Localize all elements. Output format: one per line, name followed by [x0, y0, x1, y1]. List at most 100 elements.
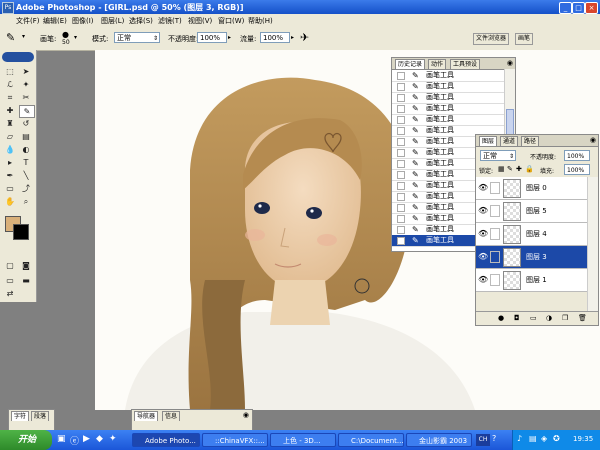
- lock-transparency-icon[interactable]: ▦: [498, 165, 505, 173]
- brush-tool-button-icon[interactable]: ✎: [19, 105, 35, 118]
- layer-visibility-eye-icon[interactable]: 👁: [478, 275, 488, 284]
- eraser-tool-icon[interactable]: ▱: [3, 131, 17, 142]
- tray-app-icon[interactable]: ◈: [541, 434, 547, 443]
- path-selection-tool-icon[interactable]: ▸: [3, 157, 17, 168]
- airbrush-icon[interactable]: ✈: [300, 31, 309, 44]
- dodge-tool-icon[interactable]: ◐: [19, 144, 33, 155]
- tab-history[interactable]: 历史记录: [395, 59, 426, 69]
- tray-security-icon[interactable]: ✪: [553, 434, 560, 443]
- history-source-checkbox[interactable]: [397, 171, 405, 179]
- layer-row[interactable]: 👁 图层 1: [476, 269, 588, 292]
- standard-mode-icon[interactable]: ▢: [3, 260, 17, 271]
- layers-scrollbar[interactable]: [587, 177, 598, 311]
- panel-menu-icon[interactable]: ◉: [507, 59, 513, 67]
- menu-view[interactable]: 视图(V): [188, 16, 212, 26]
- tab-channels[interactable]: 通道: [500, 136, 519, 146]
- mode-select[interactable]: 正常 ⇕: [114, 32, 160, 43]
- tool-preset-dropdown-arrow[interactable]: ▾: [22, 33, 25, 40]
- lock-all-icon[interactable]: 🔒: [525, 165, 534, 173]
- menu-layer[interactable]: 图层(L): [101, 16, 124, 26]
- tab-navigator[interactable]: 导航器: [134, 411, 159, 421]
- gradient-tool-icon[interactable]: ▤: [19, 131, 33, 142]
- lock-image-icon[interactable]: ✎: [507, 165, 513, 173]
- crop-tool-icon[interactable]: ⌗: [3, 92, 17, 103]
- quicklaunch-misc-icon[interactable]: ✦: [109, 434, 117, 444]
- taskbar-button-kingsoft[interactable]: 金山影霸 2003: [406, 433, 472, 447]
- lasso-tool-icon[interactable]: ℒ: [3, 79, 17, 90]
- layer-fill-field[interactable]: 100%: [564, 164, 590, 175]
- pen-tool-icon[interactable]: ✒: [3, 170, 17, 181]
- history-source-checkbox[interactable]: [397, 204, 405, 212]
- maximize-button[interactable]: □: [572, 2, 585, 14]
- brush-preview-icon[interactable]: ●: [62, 30, 69, 39]
- notes-tool-icon[interactable]: ▭: [3, 183, 17, 194]
- screen-mode-full-icon[interactable]: ▬: [19, 275, 33, 286]
- flow-field[interactable]: 100%: [260, 32, 290, 43]
- menu-edit[interactable]: 编辑(E): [43, 16, 67, 26]
- history-source-checkbox[interactable]: [397, 237, 405, 245]
- history-source-checkbox[interactable]: [397, 83, 405, 91]
- tab-brushes[interactable]: 画笔: [515, 33, 534, 45]
- healing-brush-tool-icon[interactable]: ✚: [3, 105, 17, 116]
- type-tool-icon[interactable]: T: [19, 157, 33, 168]
- quicklaunch-ie-icon[interactable]: ⓔ: [70, 434, 79, 447]
- layer-link-box[interactable]: [490, 274, 500, 286]
- lock-position-icon[interactable]: ✚: [516, 165, 522, 173]
- tab-actions[interactable]: 动作: [428, 59, 447, 69]
- brush-picker-arrow[interactable]: ▾: [74, 34, 77, 41]
- line-tool-icon[interactable]: ╲: [19, 170, 33, 181]
- tab-info[interactable]: 信息: [162, 411, 181, 421]
- clone-stamp-tool-icon[interactable]: ♜: [3, 118, 17, 129]
- history-source-checkbox[interactable]: [397, 138, 405, 146]
- layer-link-box[interactable]: [490, 205, 500, 217]
- start-button[interactable]: 开始: [0, 430, 52, 450]
- layer-mask-icon[interactable]: ◘: [514, 314, 520, 322]
- minimize-button[interactable]: _: [559, 2, 572, 14]
- eyedropper-tool-icon[interactable]: ⤴: [19, 183, 33, 194]
- history-source-checkbox[interactable]: [397, 193, 405, 201]
- blur-tool-icon[interactable]: 💧: [3, 144, 17, 155]
- opacity-field[interactable]: 100%: [197, 32, 227, 43]
- menu-window[interactable]: 窗口(W): [218, 16, 244, 26]
- close-button[interactable]: ×: [585, 2, 598, 14]
- new-layer-set-icon[interactable]: ▭: [530, 314, 537, 322]
- layer-visibility-eye-icon[interactable]: 👁: [478, 206, 488, 215]
- layer-row[interactable]: 👁 图层 3: [476, 246, 588, 269]
- quicklaunch-app-icon[interactable]: ◆: [96, 434, 103, 444]
- zoom-tool-icon[interactable]: ⌕: [19, 196, 33, 207]
- marquee-tool-icon[interactable]: ⬚: [3, 66, 17, 77]
- photoshop-icon[interactable]: Ps: [2, 2, 14, 14]
- magic-wand-tool-icon[interactable]: ✦: [19, 79, 33, 90]
- layers-panel-menu-icon[interactable]: ◉: [590, 136, 596, 144]
- history-source-checkbox[interactable]: [397, 149, 405, 157]
- navigator-menu-icon[interactable]: ◉: [243, 411, 249, 419]
- quicklaunch-desktop-icon[interactable]: ▣: [57, 434, 66, 444]
- delete-layer-icon[interactable]: 🗑: [578, 314, 587, 322]
- layer-opacity-field[interactable]: 100%: [564, 150, 590, 161]
- input-language[interactable]: CH: [476, 434, 490, 446]
- new-layer-icon[interactable]: ❐: [562, 314, 568, 322]
- adjustment-layer-icon[interactable]: ◑: [546, 314, 552, 322]
- layer-visibility-eye-icon[interactable]: 👁: [478, 183, 488, 192]
- slice-tool-icon[interactable]: ✂: [19, 92, 33, 103]
- history-source-checkbox[interactable]: [397, 215, 405, 223]
- taskbar-button-photoshop[interactable]: Adobe Photo...: [132, 433, 200, 447]
- tray-volume-icon[interactable]: ♪: [517, 434, 522, 443]
- hand-tool-icon[interactable]: ✋: [3, 196, 17, 207]
- taskbar-button-coloring[interactable]: 上色 - 3D...: [270, 433, 336, 447]
- brush-tool-icon[interactable]: ✎: [6, 31, 15, 44]
- history-source-checkbox[interactable]: [397, 226, 405, 234]
- layer-blend-mode-select[interactable]: 正常 ⇕: [480, 150, 516, 161]
- layer-row[interactable]: 👁 图层 5: [476, 200, 588, 223]
- history-brush-tool-icon[interactable]: ↺: [19, 118, 33, 129]
- flow-dropdown-arrow[interactable]: ▸: [291, 34, 294, 41]
- tab-tool-presets[interactable]: 工具预设: [450, 59, 481, 69]
- adobe-logo[interactable]: [2, 52, 34, 62]
- taskbar-button-documents[interactable]: C:\Document...: [338, 433, 404, 447]
- layer-link-box[interactable]: [490, 182, 500, 194]
- quick-mask-mode-icon[interactable]: ◙: [19, 260, 33, 271]
- layer-visibility-eye-icon[interactable]: 👁: [478, 229, 488, 238]
- tab-character[interactable]: 字符: [11, 411, 30, 421]
- move-tool-icon[interactable]: ➤: [19, 66, 33, 77]
- taskbar-button-chinavfx[interactable]: ::ChinaVFX::...: [202, 433, 268, 447]
